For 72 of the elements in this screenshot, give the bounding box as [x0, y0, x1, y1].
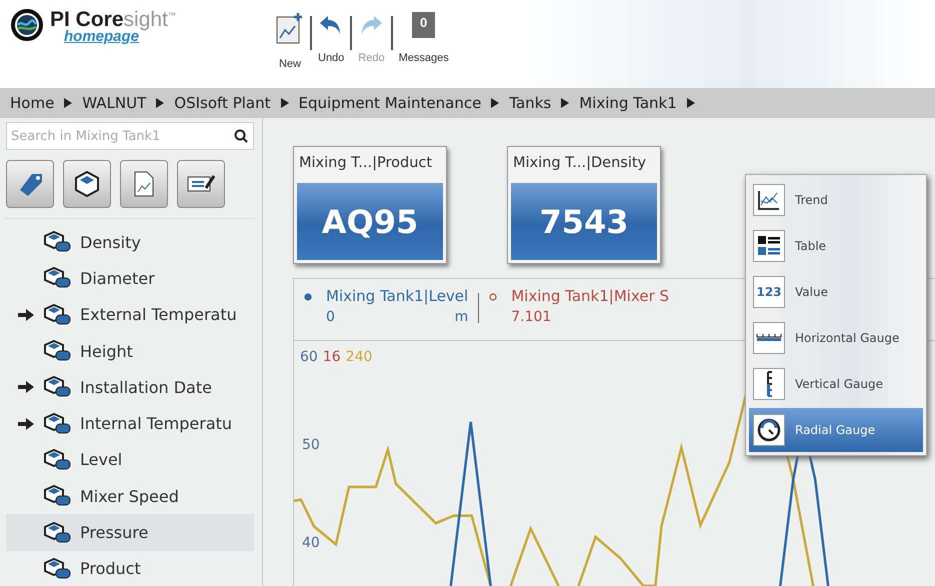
- axis-label: 240: [346, 349, 372, 365]
- list-button[interactable]: [177, 160, 225, 208]
- separator-icon: [156, 98, 164, 108]
- breadcrumb-link[interactable]: Equipment Maintenance: [298, 94, 482, 112]
- separator-icon: [64, 98, 72, 108]
- attribute-icon: [44, 412, 72, 436]
- app-title: PI Coresight$^{™}$: [50, 8, 176, 31]
- axis-label: 60: [300, 349, 318, 365]
- attribute-icon: [44, 556, 72, 581]
- menu-item[interactable]: Horizontal Gauge: [749, 316, 923, 360]
- attribute-icon: [44, 375, 72, 400]
- breadcrumb-link[interactable]: Tanks: [509, 94, 552, 112]
- vertical-gauge-icon: [753, 368, 785, 400]
- value-icon: 123: [753, 276, 785, 308]
- document-button[interactable]: [120, 160, 168, 208]
- search-icon: [234, 129, 248, 143]
- tile-value: 7543: [511, 183, 657, 260]
- attribute-icon: [44, 448, 72, 472]
- attribute-item[interactable]: Internal Temperatu: [6, 405, 254, 442]
- tile-value: AQ95: [297, 183, 443, 260]
- menu-item[interactable]: Table: [749, 224, 923, 268]
- breadcrumb-link[interactable]: Mixing Tank1: [579, 94, 677, 112]
- menu-item[interactable]: Vertical Gauge: [749, 362, 923, 406]
- tile-title: Mixing T...|Density: [512, 154, 648, 173]
- tile-title: Mixing T...|Product: [298, 154, 434, 173]
- attribute-icon: [44, 266, 72, 290]
- attribute-item[interactable]: Diameter: [6, 260, 254, 297]
- axis-tick: 40: [302, 535, 320, 551]
- attribute-icon: [44, 230, 72, 254]
- axis-tick: 50: [302, 437, 320, 453]
- logo-icon: [10, 8, 44, 42]
- new-button[interactable]: New: [270, 8, 310, 74]
- attribute-icon: [44, 339, 72, 364]
- cube-button[interactable]: [63, 160, 111, 208]
- document-icon: [132, 170, 156, 198]
- attribute-item[interactable]: Level: [6, 442, 254, 478]
- menu-item[interactable]: Trend: [749, 178, 923, 222]
- breadcrumb-link[interactable]: OSIsoft Plant: [174, 94, 271, 112]
- axis-label: 16: [322, 349, 341, 365]
- separator-icon: [491, 98, 500, 108]
- legend-value: 7.101: [511, 309, 552, 325]
- attribute-icon: [44, 484, 72, 508]
- new-chart-icon: [276, 12, 304, 44]
- legend-value: 0: [326, 309, 335, 325]
- tag-button[interactable]: [6, 160, 54, 208]
- legend-name: Mixing Tank1|Mixer S: [511, 287, 670, 305]
- search-field[interactable]: Search in Mixing Tank1: [6, 122, 254, 150]
- separator-icon: [561, 98, 570, 108]
- table-icon: [753, 230, 785, 262]
- trend-icon: [753, 184, 785, 216]
- menu-item[interactable]: 123 Value: [749, 270, 923, 314]
- attribute-item[interactable]: Product: [6, 550, 254, 586]
- menu-item[interactable]: Radial Gauge: [749, 408, 923, 452]
- attribute-item[interactable]: External Temperatu: [6, 296, 254, 333]
- attribute-item[interactable]: Installation Date: [6, 369, 254, 406]
- attribute-item[interactable]: Pressure: [6, 514, 254, 551]
- breadcrumb-link[interactable]: WALNUT: [82, 94, 146, 112]
- legend-unit: m: [454, 309, 468, 325]
- undo-button[interactable]: Undo: [312, 8, 350, 68]
- attribute-item[interactable]: Height: [6, 332, 254, 370]
- breadcrumb-link[interactable]: Home: [10, 94, 54, 112]
- separator-icon: [280, 98, 289, 108]
- legend-name: Mixing Tank1|Level: [326, 287, 468, 305]
- messages-button[interactable]: 0 Messages: [392, 8, 455, 68]
- attribute-item[interactable]: Mixer Speed: [6, 478, 254, 514]
- separator-icon: [686, 98, 695, 108]
- attribute-icon: [44, 302, 72, 327]
- radial-gauge-icon: [753, 414, 785, 446]
- attribute-item[interactable]: Density: [6, 224, 254, 260]
- horizontal-gauge-icon: [753, 322, 785, 354]
- attribute-icon: [44, 520, 72, 545]
- cube-icon: [73, 170, 101, 198]
